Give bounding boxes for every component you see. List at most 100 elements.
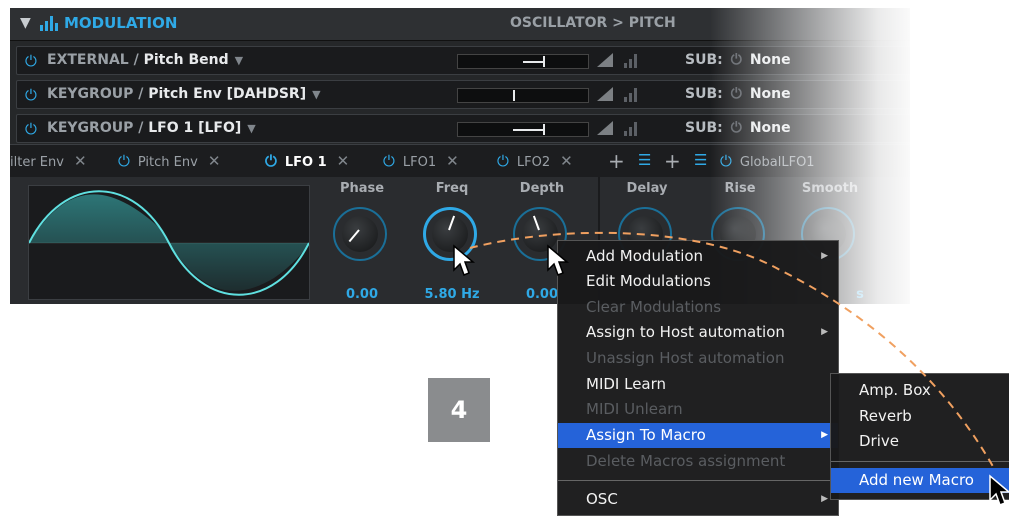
close-icon[interactable]: ✕ [446, 152, 459, 170]
menu-separator [558, 480, 838, 481]
sub-label: SUB: [685, 52, 723, 68]
tab-filter-env[interactable]: ilter Env ✕ [10, 152, 87, 170]
close-icon[interactable]: ✕ [74, 152, 87, 170]
knob-value-phase: 0.00 [345, 287, 379, 302]
power-icon[interactable]: ⏻ [720, 152, 732, 170]
close-icon[interactable]: ✕ [208, 152, 221, 170]
modulation-header: ▼ MODULATION OSCILLATOR > PITCH [10, 8, 910, 41]
add-global-tab-icon[interactable]: + [664, 149, 681, 173]
close-icon[interactable]: ✕ [337, 152, 350, 170]
tab-lfo2[interactable]: ⏻ LFO2 ✕ [497, 152, 573, 170]
mod-row[interactable]: ⏻ KEYGROUP / LFO 1 [LFO] ▼ SUB: ⏻ None [16, 114, 910, 143]
macro-item-label: Reverb [859, 407, 912, 425]
phase-knob[interactable] [333, 207, 387, 261]
mod-source-label[interactable]: KEYGROUP / Pitch Env [DAHDSR] ▼ [47, 86, 321, 102]
tab-pitch-env[interactable]: ⏻ Pitch Env ✕ [118, 152, 220, 170]
power-icon[interactable]: ⏻ [731, 120, 742, 136]
depth-slider[interactable] [457, 88, 589, 103]
submenu-arrow-icon: ▶ [821, 327, 828, 337]
target-path: OSCILLATOR > PITCH [510, 15, 676, 31]
submenu-arrow-icon: ▶ [821, 251, 828, 261]
power-icon[interactable]: ⏻ [265, 152, 277, 170]
menu-item-label: MIDI Learn [586, 375, 667, 393]
layers-icon[interactable]: ☰ [638, 151, 651, 169]
macro-item-label: Drive [859, 432, 899, 450]
menu-item-osc[interactable]: OSC ▶ [558, 487, 838, 512]
menu-item-edit-modulations[interactable]: Edit Modulations [558, 269, 838, 294]
mod-row[interactable]: ⏻ EXTERNAL / Pitch Bend ▼ SUB: ⏻ None [16, 46, 910, 75]
mouse-cursor-icon [453, 244, 476, 276]
bars-icon [40, 16, 60, 31]
sine-wave-graphic [28, 190, 310, 296]
power-icon[interactable]: ⏻ [731, 52, 742, 68]
curve-icon[interactable] [597, 87, 613, 101]
tab-label: ilter Env [10, 155, 64, 170]
menu-item-label: Add Modulation [586, 247, 704, 265]
menu-item-label: Assign To Macro [586, 426, 706, 444]
knob-label-depth: Depth [519, 181, 565, 196]
knob-label-rise: Rise [724, 181, 756, 196]
macro-submenu: Amp. Box Reverb Drive Add new Macro [830, 373, 1009, 500]
meter-icon [624, 52, 640, 68]
depth-slider[interactable] [457, 54, 589, 69]
power-icon[interactable]: ⏻ [25, 52, 37, 70]
mod-row[interactable]: ⏻ KEYGROUP / Pitch Env [DAHDSR] ▼ SUB: ⏻ No… [16, 80, 910, 109]
power-icon[interactable]: ⏻ [731, 86, 742, 102]
context-menu: Add Modulation ▶ Edit Modulations Clear M… [557, 240, 839, 516]
sub-label: SUB: [685, 86, 723, 102]
power-icon[interactable]: ⏻ [118, 152, 130, 170]
menu-item-label: Assign to Host automation [586, 323, 785, 341]
submenu-arrow-icon: ▶ [821, 494, 828, 504]
tab-lfo1[interactable]: ⏻ LFO1 ✕ [383, 152, 459, 170]
menu-separator [831, 461, 1009, 462]
menu-item-midi-learn[interactable]: MIDI Learn [558, 372, 838, 397]
menu-item-label: Unassign Host automation [586, 349, 785, 367]
knob-label-phase: Phase [339, 181, 385, 196]
knob-label-delay: Delay [626, 181, 668, 196]
mod-source: Pitch Bend [143, 52, 229, 68]
power-icon[interactable]: ⏻ [383, 152, 395, 170]
tab-label: GlobalLFO1 [739, 155, 815, 170]
submenu-arrow-icon: ▶ [821, 430, 828, 440]
dropdown-arrow-icon[interactable]: ▼ [235, 54, 243, 67]
dropdown-arrow-icon[interactable]: ▼ [312, 88, 320, 101]
dropdown-arrow-icon[interactable]: ▼ [247, 122, 255, 135]
mod-source-label[interactable]: KEYGROUP / LFO 1 [LFO] ▼ [47, 120, 256, 136]
layers-icon[interactable]: ☰ [694, 151, 707, 169]
curve-icon[interactable] [597, 121, 613, 135]
menu-item-delete-macros-assignment: Delete Macros assignment [558, 449, 838, 474]
depth-slider[interactable] [457, 122, 589, 137]
menu-item-label: Clear Modulations [586, 298, 722, 316]
menu-item-assign-to-macro[interactable]: Assign To Macro ▶ [558, 423, 838, 448]
power-icon[interactable]: ⏻ [497, 152, 509, 170]
lfo-waveform-display[interactable] [28, 185, 310, 300]
mod-source: LFO 1 [LFO] [148, 120, 242, 136]
mod-source-label[interactable]: EXTERNAL / Pitch Bend ▼ [47, 52, 243, 68]
sub-modulation[interactable]: SUB: ⏻ None [685, 120, 791, 136]
sub-value: None [749, 120, 791, 136]
tab-global-lfo1[interactable]: ⏻ GlobalLFO1 [720, 152, 815, 170]
collapse-arrow-icon[interactable]: ▼ [20, 15, 31, 31]
power-icon[interactable]: ⏻ [25, 86, 37, 104]
power-icon[interactable]: ⏻ [25, 120, 37, 138]
menu-item-assign-host-automation[interactable]: Assign to Host automation ▶ [558, 320, 838, 345]
menu-item-label: Delete Macros assignment [586, 452, 786, 470]
modulation-title: MODULATION [64, 14, 178, 32]
mouse-cursor-icon [989, 474, 1009, 506]
macro-item-reverb[interactable]: Reverb [831, 404, 1009, 429]
menu-item-add-modulation[interactable]: Add Modulation ▶ [558, 244, 838, 269]
macro-item-amp-box[interactable]: Amp. Box [831, 378, 1009, 403]
meter-icon [624, 86, 640, 102]
mod-category: KEYGROUP [47, 86, 134, 102]
curve-icon[interactable] [597, 53, 613, 67]
add-tab-icon[interactable]: + [608, 149, 625, 173]
sub-modulation[interactable]: SUB: ⏻ None [685, 86, 791, 102]
knob-label-smooth: Smooth [801, 181, 859, 196]
close-icon[interactable]: ✕ [560, 152, 573, 170]
add-new-macro-item[interactable]: Add new Macro [831, 468, 1009, 493]
tab-lfo-1[interactable]: ⏻ LFO 1 ✕ [265, 152, 349, 170]
meter-icon [624, 120, 640, 136]
sub-modulation[interactable]: SUB: ⏻ None [685, 52, 791, 68]
menu-item-label: OSC [586, 490, 618, 508]
macro-item-drive[interactable]: Drive [831, 429, 1009, 454]
